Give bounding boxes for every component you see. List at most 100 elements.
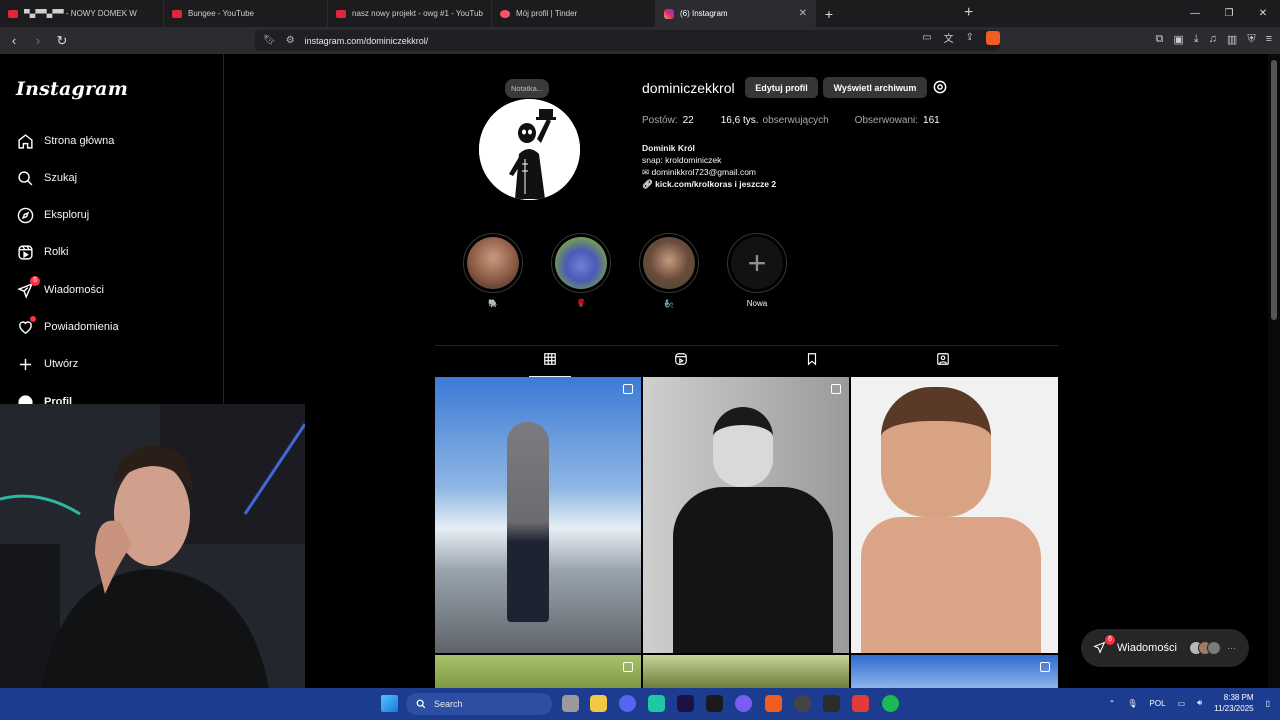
highlight-item[interactable]: 🐘 xyxy=(463,233,523,308)
view-archive-button[interactable]: Wyświetl archiwum xyxy=(823,77,927,98)
terminal-icon[interactable] xyxy=(823,695,840,712)
profile-avatar[interactable] xyxy=(479,99,580,200)
music-icon[interactable]: ♫ xyxy=(1209,33,1217,46)
download-icon[interactable]: ⤓ xyxy=(1194,33,1199,46)
app-icon[interactable] xyxy=(735,695,752,712)
highlight-item[interactable]: 🧞 xyxy=(639,233,699,308)
translate-icon[interactable]: 文 xyxy=(944,30,954,45)
clock[interactable]: 8:38 PM 11/23/2025 xyxy=(1214,692,1253,714)
new-highlight-button[interactable]: + Nowa xyxy=(727,233,787,308)
capcut-icon[interactable] xyxy=(706,695,723,712)
discord-icon[interactable] xyxy=(619,695,636,712)
search-icon xyxy=(416,699,426,709)
microphone-icon[interactable]: 🎙︎ xyxy=(1127,699,1137,708)
post-thumbnail[interactable] xyxy=(851,655,1058,688)
app-icon[interactable] xyxy=(852,695,869,712)
post-thumbnail[interactable] xyxy=(435,655,641,688)
notification-center-icon[interactable]: ▯ xyxy=(1266,699,1270,708)
sidebar-item-home[interactable]: Strona główna xyxy=(16,130,114,152)
tab-posts[interactable] xyxy=(529,352,571,378)
address-bar-row: ‹ › ↻ 🔖︎ ⚙︎ instagram.com/dominiczekkrol… xyxy=(0,27,1280,54)
start-windows-icon[interactable] xyxy=(381,695,398,712)
post-thumbnail[interactable] xyxy=(851,377,1058,653)
sidebar-item-messages[interactable]: 6 Wiadomości xyxy=(16,276,104,301)
post-thumbnail[interactable] xyxy=(643,655,849,688)
language-indicator[interactable]: POL xyxy=(1150,699,1166,708)
tray-overflow-icon[interactable]: ⌃ xyxy=(1109,699,1116,708)
tab-title: (6) Instagram xyxy=(680,9,728,18)
cast-icon[interactable]: ▭ xyxy=(922,32,931,43)
share-icon[interactable]: ⇪ xyxy=(966,32,974,43)
post-thumbnail[interactable] xyxy=(643,377,849,653)
sidebar-item-search[interactable]: Szukaj xyxy=(16,167,77,189)
tab-reels[interactable] xyxy=(660,352,702,378)
tab-tagged[interactable] xyxy=(922,352,964,378)
taskbar-search[interactable]: Search xyxy=(406,693,552,715)
restore-icon[interactable]: ❐ xyxy=(1212,8,1246,19)
url-field[interactable]: 🔖︎ ⚙︎ instagram.com/dominiczekkrol/ xyxy=(255,30,1000,51)
sidebar-item-notifications[interactable]: Powiadomienia xyxy=(16,316,119,338)
menu-icon[interactable]: ≡ xyxy=(1266,33,1272,46)
tinder-icon xyxy=(500,9,510,18)
highlight-label: 🐘 xyxy=(488,299,498,308)
sidebar-item-create[interactable]: Utwórz xyxy=(16,353,78,375)
close-tab-icon[interactable]: ✕ xyxy=(799,8,807,19)
following-label[interactable]: Obserwowani: xyxy=(855,115,918,126)
page-scrollbar[interactable] xyxy=(1268,54,1280,694)
wallet-icon[interactable]: ▣ xyxy=(1173,33,1183,46)
messenger-icon: 6 xyxy=(1093,635,1115,655)
browser-tab[interactable]: Mój profil | Tinder xyxy=(492,0,656,27)
reload-icon[interactable]: ↻ xyxy=(52,33,72,49)
sidebar-toggle-icon[interactable]: ▥ xyxy=(1227,33,1237,46)
messages-popup-button[interactable]: 6 Wiadomości ··· xyxy=(1081,629,1249,667)
clock-date: 11/23/2025 xyxy=(1214,704,1254,713)
following-count[interactable]: 161 xyxy=(923,115,940,126)
highlight-item[interactable]: 🌹 xyxy=(551,233,611,308)
tab-saved[interactable] xyxy=(791,352,833,378)
messenger-icon: 6 xyxy=(16,276,40,299)
followers-label[interactable]: obserwujących xyxy=(763,115,829,126)
highlight-label: 🧞 xyxy=(664,299,674,308)
app-icon[interactable] xyxy=(648,695,665,712)
browser-tab-active[interactable]: (6) Instagram ✕ xyxy=(656,0,816,27)
brave-shields-icon[interactable] xyxy=(986,30,1000,45)
minimize-icon[interactable]: — xyxy=(1178,8,1212,19)
sidebar-item-reels[interactable]: Rolki xyxy=(16,241,68,263)
bookmark-icon[interactable]: 🔖︎ xyxy=(263,35,276,46)
back-icon[interactable]: ‹ xyxy=(4,33,24,48)
compass-icon xyxy=(16,206,34,224)
site-info-icon[interactable]: ⚙︎ xyxy=(286,35,295,46)
edit-profile-button[interactable]: Edytuj profil xyxy=(745,77,818,98)
forward-icon[interactable]: › xyxy=(28,33,48,48)
browser-tab[interactable]: Bungee - YouTube xyxy=(164,0,328,27)
spotify-icon[interactable] xyxy=(882,695,899,712)
profile-full-name: Dominik Król xyxy=(642,143,695,153)
notification-badge: 6 xyxy=(30,276,40,286)
settings-gear-icon[interactable] xyxy=(932,79,948,95)
task-view-icon[interactable] xyxy=(562,695,579,712)
post-thumbnail[interactable] xyxy=(435,377,641,653)
more-icon: ··· xyxy=(1226,643,1236,653)
bio-link[interactable]: 🔗︎ kick.com/krolkoras i jeszcze 2 xyxy=(642,178,776,190)
followers-count[interactable]: 16,6 tys. xyxy=(721,115,759,126)
note-bubble[interactable]: Notatka... xyxy=(505,79,550,98)
browser-tab[interactable]: ▀▄▀▀▄▀▀ - NOWY DOMEK W xyxy=(0,0,164,27)
obs-icon[interactable] xyxy=(794,695,811,712)
sidebar-item-explore[interactable]: Eksploruj xyxy=(16,204,89,226)
file-explorer-icon[interactable] xyxy=(590,695,607,712)
instagram-logo[interactable]: Instagram xyxy=(16,78,128,100)
post-figure xyxy=(507,422,549,622)
browser-tab-bar: ▀▄▀▀▄▀▀ - NOWY DOMEK W Bungee - YouTube … xyxy=(0,0,1280,27)
browser-tab[interactable]: nasz nowy projekt - owg #1 - YouTub xyxy=(328,0,492,27)
vpn-icon[interactable]: ⛨ xyxy=(1247,33,1255,46)
close-window-icon[interactable]: ✕ xyxy=(1246,8,1280,19)
add-tab-icon[interactable]: + xyxy=(964,4,973,22)
brave-browser-icon[interactable] xyxy=(765,695,782,712)
webcam-feed xyxy=(0,404,305,694)
network-icon[interactable]: ▭ xyxy=(1178,699,1186,708)
scrollbar-thumb[interactable] xyxy=(1271,60,1277,320)
premiere-pro-icon[interactable] xyxy=(677,695,694,712)
volume-icon[interactable]: 🔊︎ xyxy=(1197,698,1202,708)
extensions-icon[interactable]: ⧉ xyxy=(1156,33,1164,46)
new-tab-button[interactable]: + xyxy=(816,6,842,22)
